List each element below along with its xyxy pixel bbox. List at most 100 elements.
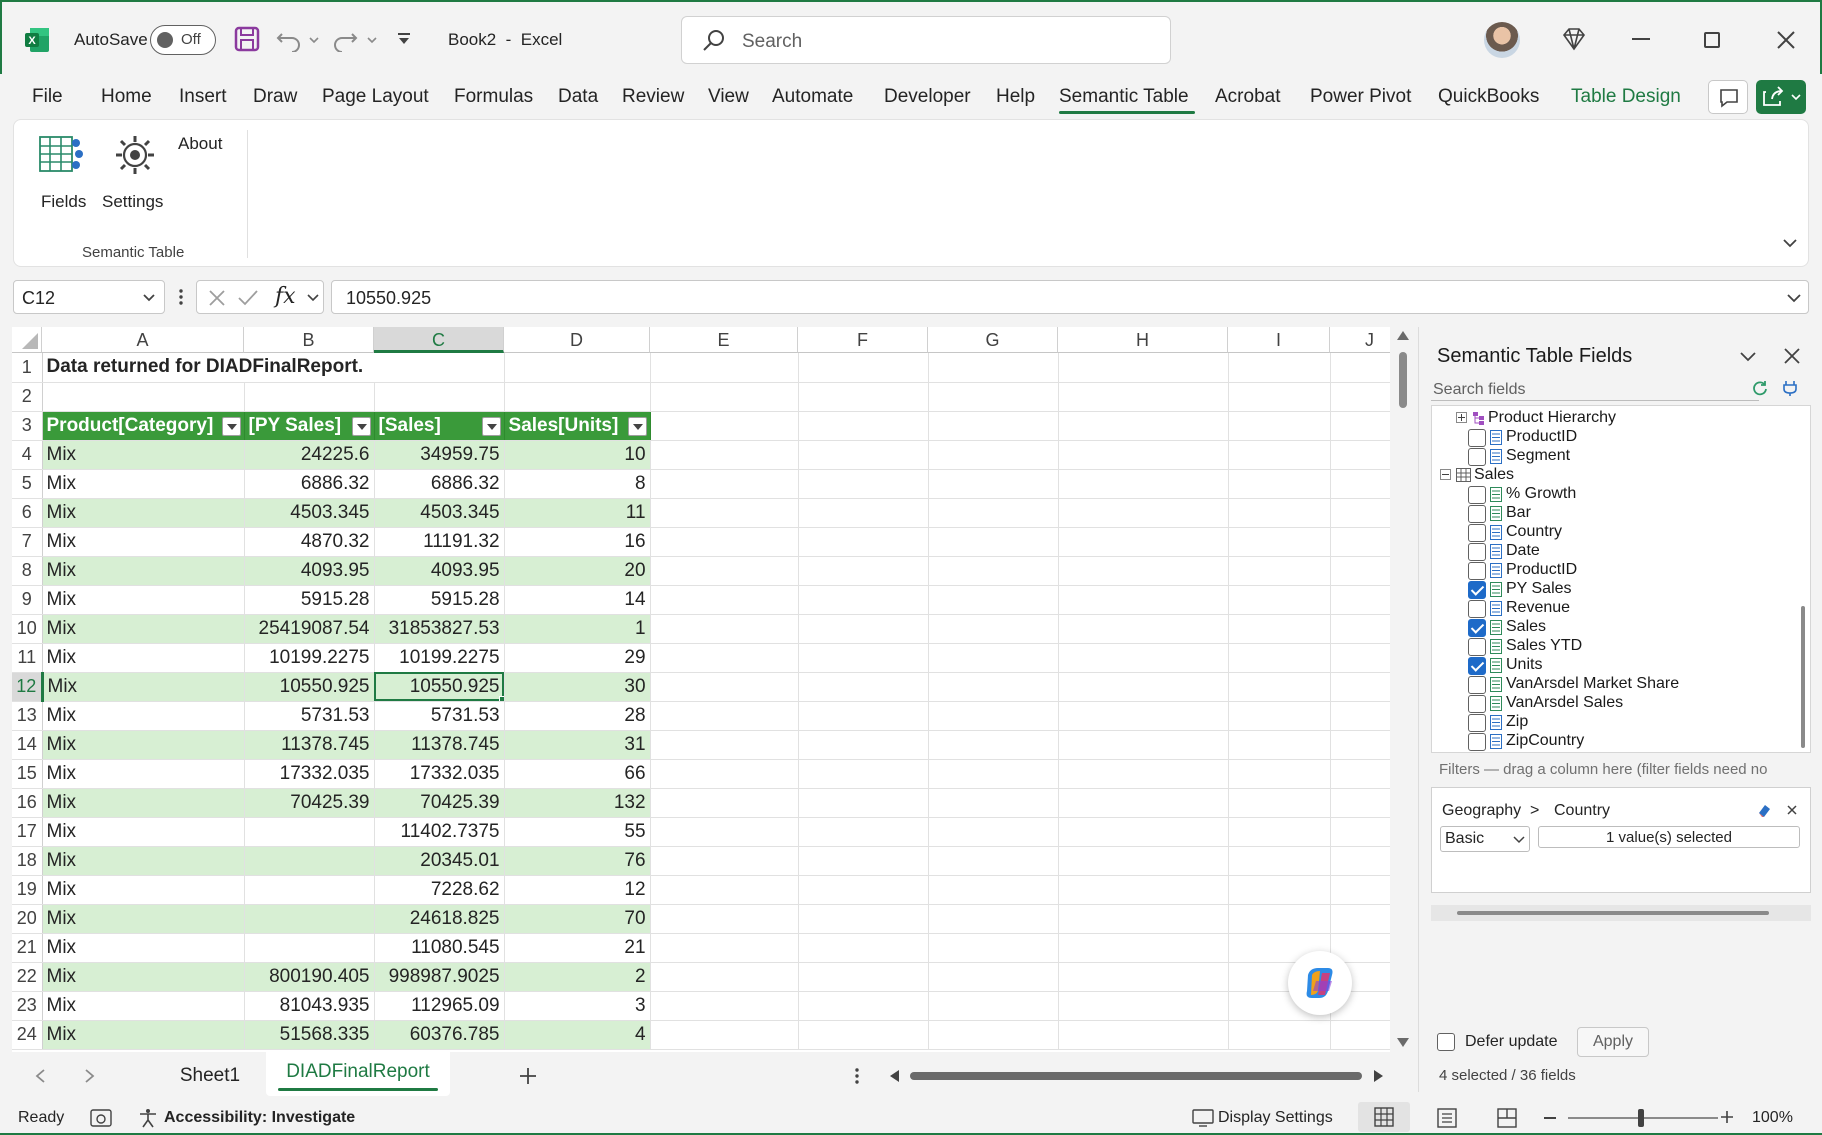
search-box[interactable]: Search — [681, 16, 1171, 64]
table-cell[interactable]: Mix — [42, 556, 245, 586]
cell[interactable] — [928, 759, 1059, 789]
table-cell[interactable]: 4093.95 — [374, 556, 505, 586]
table-cell[interactable]: 4503.345 — [374, 498, 505, 528]
confirm-entry-icon[interactable] — [237, 289, 259, 307]
row-header[interactable]: 21 — [12, 933, 43, 963]
cell[interactable] — [928, 730, 1059, 760]
row-header[interactable]: 3 — [12, 411, 43, 441]
cell[interactable] — [1058, 846, 1229, 876]
collapse-ribbon-icon[interactable] — [1782, 238, 1798, 248]
table-cell[interactable]: Mix — [42, 817, 245, 847]
table-cell[interactable]: 31 — [504, 730, 651, 760]
zoom-slider-thumb[interactable] — [1638, 1109, 1644, 1127]
filter-mode-select[interactable]: Basic — [1440, 826, 1530, 852]
cell[interactable] — [650, 672, 799, 702]
cell[interactable] — [1058, 730, 1229, 760]
horizontal-scrollbar[interactable] — [884, 1064, 1388, 1088]
row-header[interactable]: 7 — [12, 527, 43, 557]
save-icon[interactable] — [234, 26, 260, 52]
cell[interactable] — [1228, 353, 1331, 383]
table-cell[interactable]: 4 — [504, 1020, 651, 1050]
cell[interactable] — [1330, 904, 1390, 934]
column-header-j[interactable]: J — [1330, 327, 1390, 353]
table-cell[interactable]: 17332.035 — [244, 759, 375, 789]
cell[interactable] — [1058, 962, 1229, 992]
tab-help[interactable]: Help — [996, 86, 1035, 108]
table-cell[interactable] — [244, 846, 375, 876]
row-header[interactable]: 16 — [12, 788, 43, 818]
apply-button[interactable]: Apply — [1577, 1027, 1649, 1057]
autosave-toggle[interactable]: Off — [150, 25, 216, 55]
table-cell[interactable]: 76 — [504, 846, 651, 876]
cell[interactable] — [1228, 701, 1331, 731]
cell[interactable] — [1228, 817, 1331, 847]
cell[interactable] — [1330, 701, 1390, 731]
cell[interactable] — [1058, 991, 1229, 1021]
cell[interactable] — [1330, 846, 1390, 876]
cell[interactable] — [1228, 875, 1331, 905]
eraser-icon[interactable] — [1756, 802, 1772, 818]
field-checkbox[interactable] — [1468, 600, 1486, 618]
row-header[interactable]: 19 — [12, 875, 43, 905]
cell[interactable] — [928, 672, 1059, 702]
cell[interactable] — [1330, 498, 1390, 528]
table-cell[interactable]: 81043.935 — [244, 991, 375, 1021]
cell[interactable] — [1058, 556, 1229, 586]
filter-dropdown-icon[interactable] — [627, 416, 647, 436]
table-cell[interactable]: 4870.32 — [244, 527, 375, 557]
table-cell[interactable] — [244, 933, 375, 963]
field-checkbox[interactable] — [1468, 657, 1486, 675]
cell[interactable] — [798, 643, 929, 673]
field-checkbox[interactable] — [1468, 695, 1486, 713]
sheet-tab-sheet1[interactable]: Sheet1 — [160, 1056, 260, 1096]
cell[interactable] — [1330, 440, 1390, 470]
table-cell[interactable]: 3 — [504, 991, 651, 1021]
table-cell[interactable]: 998987.9025 — [374, 962, 505, 992]
row-header[interactable]: 9 — [12, 585, 43, 615]
cell[interactable] — [1058, 759, 1229, 789]
cell[interactable] — [928, 353, 1059, 383]
table-cell[interactable]: 8 — [504, 469, 651, 499]
table-cell[interactable]: 25419087.54 — [244, 614, 375, 644]
table-cell[interactable]: 11402.7375 — [374, 817, 505, 847]
filter-dropdown-icon[interactable] — [351, 416, 371, 436]
cell[interactable] — [1058, 585, 1229, 615]
cell[interactable] — [928, 469, 1059, 499]
cell[interactable] — [798, 440, 929, 470]
selected-cell[interactable]: 10550.925 — [374, 672, 505, 702]
cell[interactable] — [650, 643, 799, 673]
column-header-i[interactable]: I — [1228, 327, 1330, 353]
cell[interactable] — [798, 817, 929, 847]
display-settings-icon[interactable] — [1192, 1108, 1214, 1128]
row-header[interactable]: 2 — [12, 382, 43, 412]
cell[interactable] — [928, 933, 1059, 963]
table-cell[interactable]: 70425.39 — [374, 788, 505, 818]
defer-update-checkbox[interactable] — [1437, 1033, 1455, 1051]
tab-formulas[interactable]: Formulas — [454, 86, 533, 108]
table-cell[interactable]: 11080.545 — [374, 933, 505, 963]
cell[interactable] — [1228, 904, 1331, 934]
cell[interactable] — [798, 933, 929, 963]
row-header[interactable]: 20 — [12, 904, 43, 934]
cell[interactable] — [798, 556, 929, 586]
table-cell[interactable]: 60376.785 — [374, 1020, 505, 1050]
scroll-right-icon[interactable] — [1374, 1070, 1383, 1082]
pane-close-icon[interactable] — [1783, 347, 1801, 365]
cell[interactable] — [798, 353, 929, 383]
table-cell[interactable]: 10 — [504, 440, 651, 470]
tab-power-pivot[interactable]: Power Pivot — [1310, 86, 1411, 108]
row-header[interactable]: 14 — [12, 730, 43, 760]
vertical-scroll-thumb[interactable] — [1399, 352, 1407, 408]
cell[interactable] — [1330, 556, 1390, 586]
cell[interactable] — [1058, 411, 1229, 441]
table-cell[interactable]: 11378.745 — [244, 730, 375, 760]
cell[interactable] — [650, 469, 799, 499]
row-header[interactable]: 15 — [12, 759, 43, 789]
cell[interactable] — [928, 527, 1059, 557]
cell[interactable] — [1330, 759, 1390, 789]
cell[interactable] — [1330, 585, 1390, 615]
table-cell[interactable]: Mix — [42, 759, 245, 789]
page-break-view-icon[interactable] — [1496, 1108, 1518, 1128]
cell[interactable] — [1058, 527, 1229, 557]
cell[interactable] — [1330, 382, 1390, 412]
